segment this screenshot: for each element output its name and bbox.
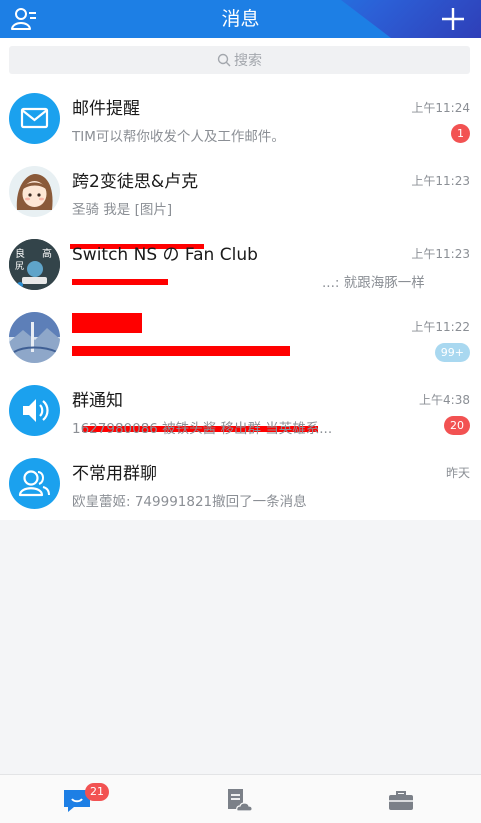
conversation-time: 上午4:38 [419,393,470,407]
conversation-time: 上午11:22 [411,320,470,334]
conversation-name: 邮件提醒 [72,99,140,119]
document-cloud-icon[interactable] [224,786,254,814]
people-icon [9,458,60,509]
mail-icon [9,93,60,144]
search-area: 搜索 [0,38,481,82]
conversation-preview: 1627980086 被铁头酱 移出群 当英雄系... [72,421,333,437]
landscape-avatar [9,312,60,363]
svg-text:高: 高 [42,247,52,260]
svg-text:良: 良 [15,247,25,260]
search-input[interactable]: 搜索 [9,46,470,74]
conversation-time: 上午11:23 [411,174,470,188]
conversation-time: 昨天 [445,466,470,480]
conversation-name: 群通知 [72,391,123,411]
conversation-name: 跨2变徒思&卢克 [72,172,199,192]
conversation-row[interactable]: 群通知 上午4:38 1627980086 被铁头酱 移出群 当英雄系... 2… [0,374,481,447]
bottom-tab-bar: 21 [0,774,481,823]
conversation-preview: 欧皇蕾姬: 749991821撤回了一条消息 [72,494,307,510]
conversation-preview: 圣骑 我是 [图片] [72,202,173,218]
conversation-name: 不常用群聊 [72,464,157,484]
unread-badge: 99+ [434,343,470,362]
conversation-list: 邮件提醒 上午11:24 TIM可以帮你收发个人及工作邮件。 1 跨2变徒思&卢… [0,82,481,520]
conversation-time: 上午11:23 [411,247,470,261]
redaction-bar [72,346,290,356]
conversation-row[interactable]: 不常用群聊 昨天 欧皇蕾姬: 749991821撤回了一条消息 [0,447,481,520]
tab-unread-badge: 21 [85,783,109,801]
group-avatar: 良 高 尻 [9,239,60,290]
speaker-icon [9,385,60,436]
unread-badge: 1 [451,124,470,143]
conversation-name: Switch NS の Fan Club [72,245,258,265]
redaction-bar [72,313,142,333]
svg-text:尻: 尻 [15,261,24,272]
conversation-row[interactable]: 良 高 尻 Switch NS の Fan Club 上午11:23 ...: … [0,228,481,432]
plus-icon[interactable] [439,5,467,33]
conversation-preview: TIM可以帮你收发个人及工作邮件。 [72,129,285,145]
page-title: 消息 [221,8,260,30]
search-placeholder: 搜索 [234,53,262,69]
conversation-time: 上午11:24 [411,101,470,115]
unread-badge: 20 [444,416,470,435]
conversation-row[interactable]: 邮件提醒 上午11:24 TIM可以帮你收发个人及工作邮件。 1 [0,82,481,155]
cartoon-girl-avatar [9,166,60,217]
conversation-row[interactable]: 跨2变徒思&卢克 上午11:23 圣骑 我是 [图片] [0,155,481,285]
conversation-row[interactable]: 上午11:22 99+ [0,301,481,374]
header-bar: 消息 [0,0,481,38]
search-icon [217,53,231,67]
briefcase-icon[interactable] [386,786,416,814]
conversation-preview-text: ...: 就跟海豚一样 [322,275,425,291]
conversation-preview: ...: 就跟海豚一样 [72,271,481,291]
